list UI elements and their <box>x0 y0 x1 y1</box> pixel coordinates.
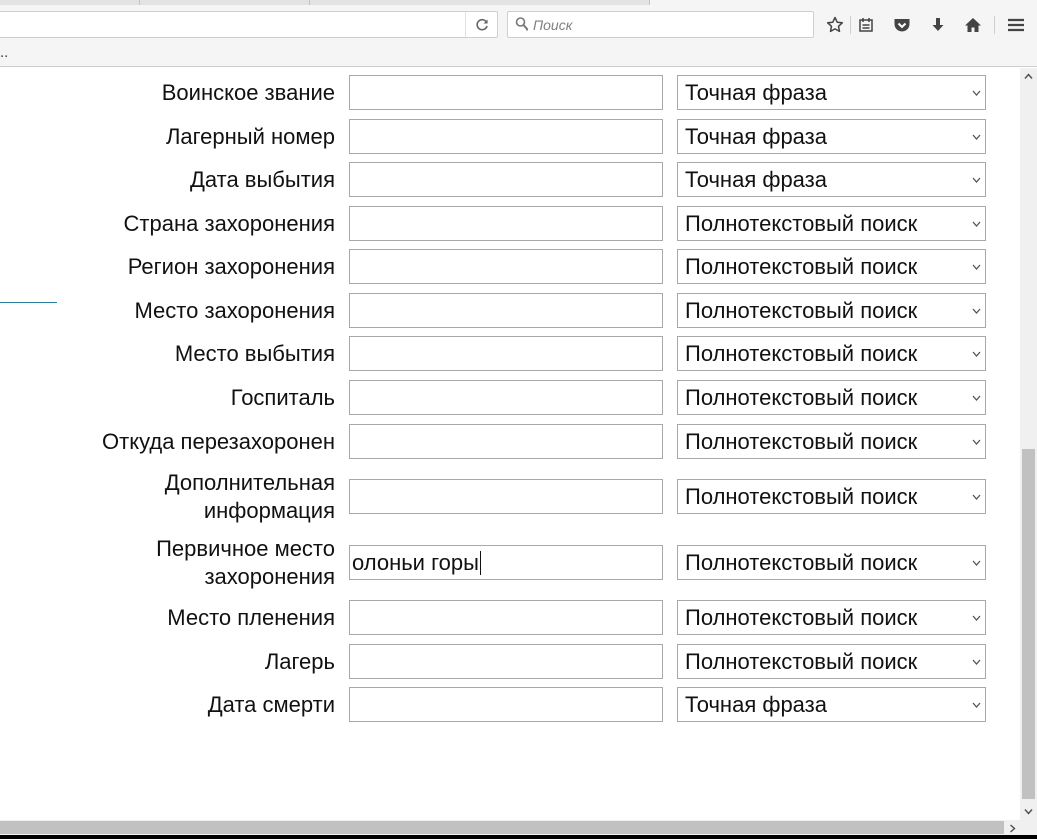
text-field[interactable] <box>349 293 663 328</box>
match-mode-select[interactable]: Полнотекстовый поиск <box>677 336 986 371</box>
match-mode-select[interactable]: Точная фраза <box>677 75 986 110</box>
chevron-down-icon <box>972 177 981 183</box>
url-bar[interactable] <box>0 11 498 38</box>
horizontal-scrollbar[interactable] <box>0 820 1037 839</box>
chevron-down-icon <box>972 659 981 665</box>
scroll-thumb[interactable] <box>1022 449 1035 799</box>
field-label: Страна захоронения <box>123 211 335 236</box>
match-mode-select[interactable]: Полнотекстовый поиск <box>677 424 986 459</box>
text-caret <box>479 550 481 575</box>
chevron-down-icon <box>972 702 981 708</box>
chevron-down-icon <box>972 494 981 500</box>
text-field[interactable] <box>349 479 663 514</box>
chevron-down-icon <box>972 615 981 621</box>
field-label: Место захоронения <box>134 298 335 323</box>
text-field[interactable] <box>349 119 663 154</box>
field-label: Лагерь <box>264 649 335 674</box>
match-mode-select[interactable]: Полнотекстовый поиск <box>677 479 986 514</box>
chevron-down-icon <box>972 134 981 140</box>
select-value: Полнотекстовый поиск <box>685 341 918 366</box>
field-label: Лагерный номер <box>165 124 335 149</box>
select-value: Полнотекстовый поиск <box>685 254 918 279</box>
chevron-down-icon <box>972 264 981 270</box>
scroll-up-arrow-icon[interactable] <box>1020 68 1037 85</box>
match-mode-select[interactable]: Точная фраза <box>677 687 986 722</box>
match-mode-select[interactable]: Полнотекстовый поиск <box>677 545 986 580</box>
match-mode-select[interactable]: Точная фраза <box>677 119 986 154</box>
field-label: Дата выбытия <box>189 167 335 192</box>
select-value: Полнотекстовый поиск <box>685 649 918 674</box>
reload-icon[interactable] <box>465 12 497 37</box>
toolbar-separator <box>850 16 851 34</box>
text-field[interactable] <box>349 249 663 284</box>
select-value: Точная фраза <box>685 692 827 717</box>
field-label-line: Первичное место <box>156 536 335 561</box>
scroll-down-arrow-icon[interactable] <box>1020 803 1037 820</box>
chevron-down-icon <box>972 439 981 445</box>
window-bottom-edge <box>0 835 1037 839</box>
match-mode-select[interactable]: Полнотекстовый поиск <box>677 644 986 679</box>
select-value: Точная фраза <box>685 124 827 149</box>
bookmarks-toolbar: .. <box>0 42 1037 67</box>
field-label: Дата смерти <box>207 692 335 717</box>
search-input[interactable] <box>533 15 803 34</box>
select-value: Точная фраза <box>685 167 827 192</box>
select-value: Полнотекстовый поиск <box>685 550 918 575</box>
bookmarks-overflow[interactable]: .. <box>0 46 8 61</box>
field-label-line: Дополнительная <box>164 470 335 495</box>
reading-list-icon[interactable] <box>853 13 879 37</box>
text-field-focused[interactable]: олоньи горы <box>349 545 663 580</box>
search-bar[interactable] <box>507 11 814 38</box>
match-mode-select[interactable]: Полнотекстовый поиск <box>677 206 986 241</box>
text-field[interactable] <box>349 644 663 679</box>
toolbar-separator <box>994 16 995 34</box>
field-value: олоньи горы <box>352 549 479 575</box>
chevron-down-icon <box>972 351 981 357</box>
text-field[interactable] <box>349 380 663 415</box>
field-label: Откуда перезахоронен <box>102 429 335 454</box>
select-value: Полнотекстовый поиск <box>685 211 918 236</box>
search-icon <box>515 16 529 32</box>
text-field[interactable] <box>349 162 663 197</box>
match-mode-select[interactable]: Точная фраза <box>677 162 986 197</box>
field-label: Регион захоронения <box>127 254 335 279</box>
field-label: Место пленения <box>167 605 335 630</box>
chevron-down-icon <box>972 90 981 96</box>
select-value: Полнотекстовый поиск <box>685 484 918 509</box>
chevron-down-icon <box>972 560 981 566</box>
select-value: Полнотекстовый поиск <box>685 298 918 323</box>
match-mode-select[interactable]: Полнотекстовый поиск <box>677 380 986 415</box>
match-mode-select[interactable]: Полнотекстовый поиск <box>677 600 986 635</box>
select-value: Точная фраза <box>685 80 827 105</box>
field-label-line: информация <box>203 498 335 523</box>
chevron-down-icon <box>972 221 981 227</box>
downloads-icon[interactable] <box>925 13 951 37</box>
chevron-down-icon <box>972 395 981 401</box>
home-icon[interactable] <box>960 13 986 37</box>
select-value: Полнотекстовый поиск <box>685 385 918 410</box>
field-label: Воинское звание <box>161 80 335 105</box>
menu-icon[interactable] <box>1003 13 1029 37</box>
page-content: Воинское звание Точная фраза Лагерный но… <box>0 68 1020 820</box>
field-label: Госпиталь <box>230 385 335 410</box>
text-field[interactable] <box>349 75 663 110</box>
text-field[interactable] <box>349 600 663 635</box>
match-mode-select[interactable]: Полнотекстовый поиск <box>677 249 986 284</box>
vertical-scrollbar[interactable] <box>1020 68 1037 820</box>
text-field[interactable] <box>349 687 663 722</box>
bookmark-star-icon[interactable] <box>822 13 848 37</box>
text-field[interactable] <box>349 336 663 371</box>
text-field[interactable] <box>349 206 663 241</box>
text-field[interactable] <box>349 424 663 459</box>
match-mode-select[interactable]: Полнотекстовый поиск <box>677 293 986 328</box>
pocket-icon[interactable] <box>889 13 915 37</box>
select-value: Полнотекстовый поиск <box>685 429 918 454</box>
chevron-down-icon <box>972 308 981 314</box>
field-label: Место выбытия <box>174 341 335 366</box>
sidebar-link-underline <box>0 302 57 303</box>
select-value: Полнотекстовый поиск <box>685 605 918 630</box>
horizontal-scroll-thumb[interactable] <box>0 821 1004 834</box>
field-label-line: захоронения <box>204 564 335 589</box>
browser-toolbar <box>0 5 1037 42</box>
